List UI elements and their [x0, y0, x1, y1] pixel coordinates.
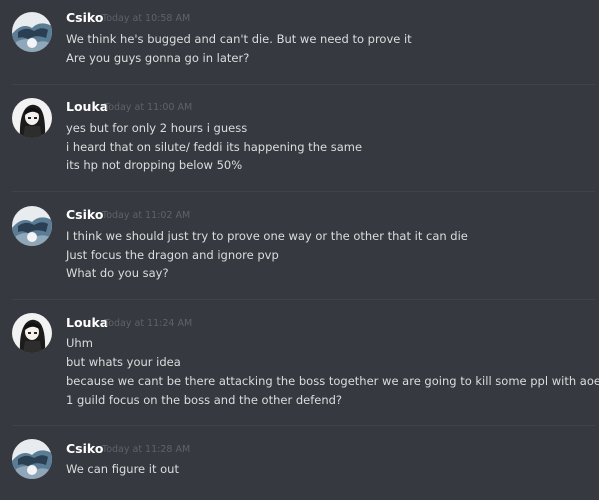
message-timestamp: Today at 11:28 AM	[102, 444, 191, 455]
csiko-avatar-icon	[12, 439, 52, 479]
message-timestamp: Today at 10:58 AM	[102, 13, 191, 24]
message-line: We can figure it out	[66, 462, 179, 476]
message-line: Uhm	[66, 336, 93, 350]
message-line: What do you say?	[66, 266, 169, 280]
message-line: Just focus the dragon and ignore pvp	[66, 248, 279, 262]
message-author[interactable]: Csiko	[66, 441, 103, 457]
message-author[interactable]: Csiko	[66, 10, 103, 26]
csiko-avatar-icon	[12, 12, 52, 52]
message-timestamp: Today at 11:24 AM	[104, 318, 193, 329]
avatar[interactable]	[12, 98, 52, 138]
csiko-avatar-icon	[12, 206, 52, 246]
louka-avatar-icon	[12, 98, 52, 138]
message-timestamp: Today at 11:00 AM	[104, 102, 193, 113]
avatar[interactable]	[12, 439, 52, 479]
message-divider	[12, 84, 595, 85]
message-line: but whats your idea	[66, 355, 181, 369]
message-line: because we cant be there attacking the b…	[66, 374, 599, 388]
message-author[interactable]: Csiko	[66, 207, 103, 223]
message-line: its hp not dropping below 50%	[66, 158, 243, 172]
avatar[interactable]	[12, 206, 52, 246]
message-line: 1 guild focus on the boss and the other …	[66, 393, 343, 407]
message-line: Are you guys gonna go in later?	[66, 51, 250, 65]
avatar[interactable]	[12, 313, 52, 353]
louka-avatar-icon	[12, 313, 52, 353]
message-line: I think we should just try to prove one …	[66, 229, 468, 243]
message-line: yes but for only 2 hours i guess	[66, 121, 248, 135]
message-divider	[12, 191, 595, 192]
chat-messages: Csiko Today at 10:58 AM We think he's bu…	[0, 0, 599, 500]
message-author[interactable]: Louka	[66, 99, 108, 115]
message-timestamp: Today at 11:02 AM	[102, 210, 191, 221]
message-line: We think he's bugged and can't die. But …	[66, 32, 412, 46]
message-divider	[12, 299, 595, 300]
message-divider	[12, 425, 595, 426]
avatar[interactable]	[12, 12, 52, 52]
message-author[interactable]: Louka	[66, 315, 108, 331]
message-line: i heard that on silute/ feddi its happen…	[66, 140, 363, 154]
